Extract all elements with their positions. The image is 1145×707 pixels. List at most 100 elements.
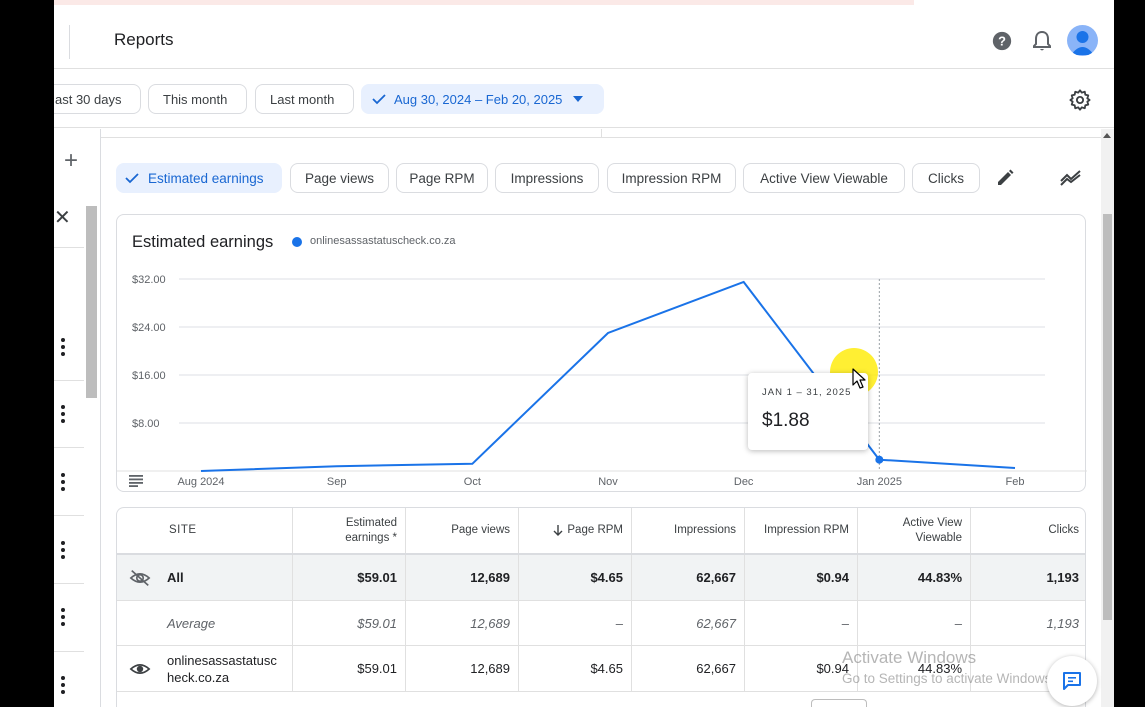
edit-pencil-icon[interactable] [994, 167, 1016, 189]
add-icon[interactable]: + [64, 147, 78, 175]
x-tick-label: Jan 2025 [857, 476, 902, 488]
cell-active-view: – [858, 601, 971, 645]
check-icon [372, 94, 386, 105]
cell-impressions: 62,667 [632, 601, 745, 645]
y-tick-label: $32.00 [132, 274, 166, 286]
metric-chip-estimated-earnings[interactable]: Estimated earnings [116, 163, 282, 193]
rail-scrollbar[interactable] [86, 206, 97, 398]
col-header-active-view[interactable]: Active View Viewable [858, 508, 971, 553]
tooltip-date: JAN 1 – 31, 2025 [762, 387, 852, 398]
cell-earnings: $59.01 [293, 646, 406, 691]
y-tick-label: $16.00 [132, 370, 166, 382]
metric-label: Estimated earnings [148, 170, 264, 186]
preset-label: Last month [270, 91, 335, 107]
activate-windows-watermark: Activate Windows [842, 648, 977, 667]
chart-card: Estimated earnings onlinesassastatuschec… [116, 214, 1087, 493]
rail-divider [54, 247, 84, 248]
left-rail: + ✕ [54, 129, 101, 707]
col-header-earnings[interactable]: Estimated earnings * [293, 508, 406, 553]
header-label: Estimated earnings * [345, 516, 397, 544]
feedback-button[interactable] [1047, 656, 1097, 706]
rail-divider [54, 583, 84, 584]
cell-site: All [117, 555, 293, 600]
more-vert-icon[interactable] [58, 472, 68, 492]
table-header-row: SITE Estimated earnings * Page views Pag… [117, 508, 1085, 555]
more-vert-icon[interactable] [58, 607, 68, 627]
col-header-page-rpm[interactable]: Page RPM [519, 508, 632, 553]
more-vert-icon[interactable] [58, 337, 68, 357]
metric-chip-page-rpm[interactable]: Page RPM [396, 163, 488, 193]
earnings-line-chart[interactable]: $8.00 $16.00 $24.00 $32.00 Aug 2024 Sep Oct No… [117, 215, 1087, 493]
help-icon[interactable]: ? [990, 29, 1014, 53]
notifications-bell-icon[interactable] [1030, 29, 1054, 53]
close-icon[interactable]: ✕ [54, 205, 71, 230]
content-top-border [101, 129, 1114, 138]
metric-label: Page RPM [409, 170, 475, 186]
account-avatar-icon[interactable] [1067, 25, 1098, 56]
preset-last-30-days[interactable]: ast 30 days [54, 84, 141, 114]
mouse-pointer-icon [852, 368, 866, 389]
date-range-label: Aug 30, 2024 – Feb 20, 2025 [394, 91, 563, 107]
preset-last-month[interactable]: Last month [255, 84, 354, 114]
header-label: Impressions [674, 524, 736, 536]
date-range-picker[interactable]: Aug 30, 2024 – Feb 20, 2025 [361, 84, 604, 114]
rail-divider [54, 380, 84, 381]
preset-label: ast 30 days [55, 91, 122, 107]
metric-chip-page-views[interactable]: Page views [290, 163, 389, 193]
x-tick-label: Dec [734, 476, 754, 488]
metric-label: Impressions [510, 170, 584, 186]
column-tick [601, 129, 602, 138]
col-header-page-views[interactable]: Page views [406, 508, 519, 553]
col-header-clicks[interactable]: Clicks [971, 508, 1085, 553]
sort-down-arrow-icon [553, 525, 563, 536]
tooltip-value: $1.88 [762, 410, 810, 431]
cell-page-rpm: $4.65 [519, 646, 632, 691]
cell-clicks: 1,193 [1046, 570, 1079, 585]
page-title: Reports [114, 30, 174, 49]
preset-this-month[interactable]: This month [148, 84, 247, 114]
reports-app: Reports ? ast 30 days This month Last mo… [54, 0, 1114, 707]
cell-impression-rpm: $0.94 [745, 555, 858, 600]
col-header-impressions[interactable]: Impressions [632, 508, 745, 553]
series-line-onlinesassastatuscheck [200, 280, 1016, 472]
col-header-site[interactable]: SITE [117, 508, 293, 553]
feedback-icon [1063, 672, 1081, 690]
compare-trend-icon[interactable] [1059, 167, 1083, 189]
cell-earnings: $59.01 [293, 601, 406, 645]
settings-gear-icon[interactable] [1067, 87, 1093, 113]
table-view-icon[interactable] [129, 475, 143, 487]
table-row-average: Average $59.01 12,689 – 62,667 – – 1,193 [117, 601, 1085, 646]
page-scrollbar[interactable] [1101, 129, 1114, 707]
bottom-tab-handle[interactable] [811, 699, 867, 707]
metric-chip-impression-rpm[interactable]: Impression RPM [607, 163, 736, 193]
activate-windows-hint: Go to Settings to activate Windows. [842, 671, 1056, 686]
rail-divider [54, 651, 84, 652]
col-header-impression-rpm[interactable]: Impression RPM [745, 508, 858, 553]
cell-earnings: $59.01 [293, 555, 406, 600]
cell-page-rpm: $4.65 [519, 555, 632, 600]
svg-text:?: ? [998, 34, 1006, 49]
more-vert-icon[interactable] [58, 675, 68, 695]
cell-site: onlinesassastatuscheck.co.za [117, 646, 293, 691]
app-header: Reports ? [54, 5, 1114, 69]
header-label: Page RPM [567, 524, 623, 536]
cell-page-views: 12,689 [406, 646, 519, 691]
cell-impressions: 62,667 [632, 555, 745, 600]
header-divider [69, 25, 70, 59]
header-label: Impression RPM [764, 524, 849, 536]
scroll-up-arrow-icon[interactable] [1103, 133, 1111, 138]
metric-chip-clicks[interactable]: Clicks [912, 163, 980, 193]
cell-page-rpm: – [519, 601, 632, 645]
metric-chip-impressions[interactable]: Impressions [495, 163, 599, 193]
metric-chip-active-view-viewable[interactable]: Active View Viewable [743, 163, 905, 193]
site-name: onlinesassastatuscheck.co.za [167, 652, 277, 685]
metric-label: Page views [304, 170, 375, 186]
x-tick-label: Nov [598, 476, 618, 488]
cell-active-view: 44.83% [858, 555, 971, 600]
more-vert-icon[interactable] [58, 540, 68, 560]
table-row-all[interactable]: All $59.01 12,689 $4.65 62,667 $0.94 44.… [117, 555, 1085, 601]
header-label: Clicks [1048, 524, 1079, 536]
cell-page-views: 12,689 [406, 555, 519, 600]
scrollbar-thumb[interactable] [1103, 214, 1112, 620]
more-vert-icon[interactable] [58, 404, 68, 424]
